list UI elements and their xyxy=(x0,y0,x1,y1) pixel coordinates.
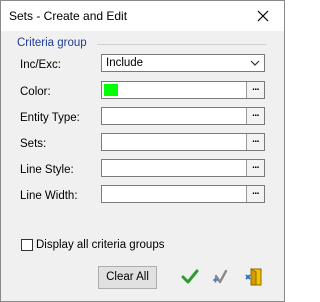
group-divider xyxy=(97,44,266,45)
inc-exc-select[interactable]: Include xyxy=(101,54,265,72)
inc-exc-label: Inc/Exc: xyxy=(20,59,61,71)
window-title: Sets - Create and Edit xyxy=(9,9,128,23)
exit-icon[interactable] xyxy=(245,268,263,286)
close-button[interactable] xyxy=(242,1,284,31)
color-browse-button[interactable]: ... xyxy=(246,82,264,98)
display-all-checkbox[interactable] xyxy=(21,239,33,251)
entity-type-label: Entity Type: xyxy=(20,112,80,124)
checkmark-icon[interactable] xyxy=(181,268,199,286)
color-field[interactable]: ... xyxy=(101,81,265,99)
line-style-field[interactable]: ... xyxy=(101,159,265,177)
apply-icon[interactable] xyxy=(211,268,229,286)
display-all-label: Display all criteria groups xyxy=(36,239,165,251)
line-width-field[interactable]: ... xyxy=(101,185,265,203)
line-style-browse-button[interactable]: ... xyxy=(246,160,264,176)
line-width-label: Line Width: xyxy=(20,190,78,202)
color-swatch xyxy=(104,84,118,96)
clear-all-button[interactable]: Clear All xyxy=(98,266,157,289)
sets-field[interactable]: ... xyxy=(101,133,265,151)
dialog-window: Sets - Create and Edit Criteria group In… xyxy=(0,0,285,302)
chevron-down-icon xyxy=(250,60,260,66)
color-label: Color: xyxy=(20,86,51,98)
entity-type-browse-button[interactable]: ... xyxy=(246,108,264,124)
line-width-browse-button[interactable]: ... xyxy=(246,186,264,202)
sets-browse-button[interactable]: ... xyxy=(246,134,264,150)
criteria-group-label: Criteria group xyxy=(17,37,87,49)
sets-label: Sets: xyxy=(20,138,47,150)
close-icon xyxy=(257,10,269,22)
entity-type-field[interactable]: ... xyxy=(101,107,265,125)
line-style-label: Line Style: xyxy=(20,164,74,176)
title-bar: Sets - Create and Edit xyxy=(1,1,284,31)
inc-exc-value: Include xyxy=(106,57,144,69)
